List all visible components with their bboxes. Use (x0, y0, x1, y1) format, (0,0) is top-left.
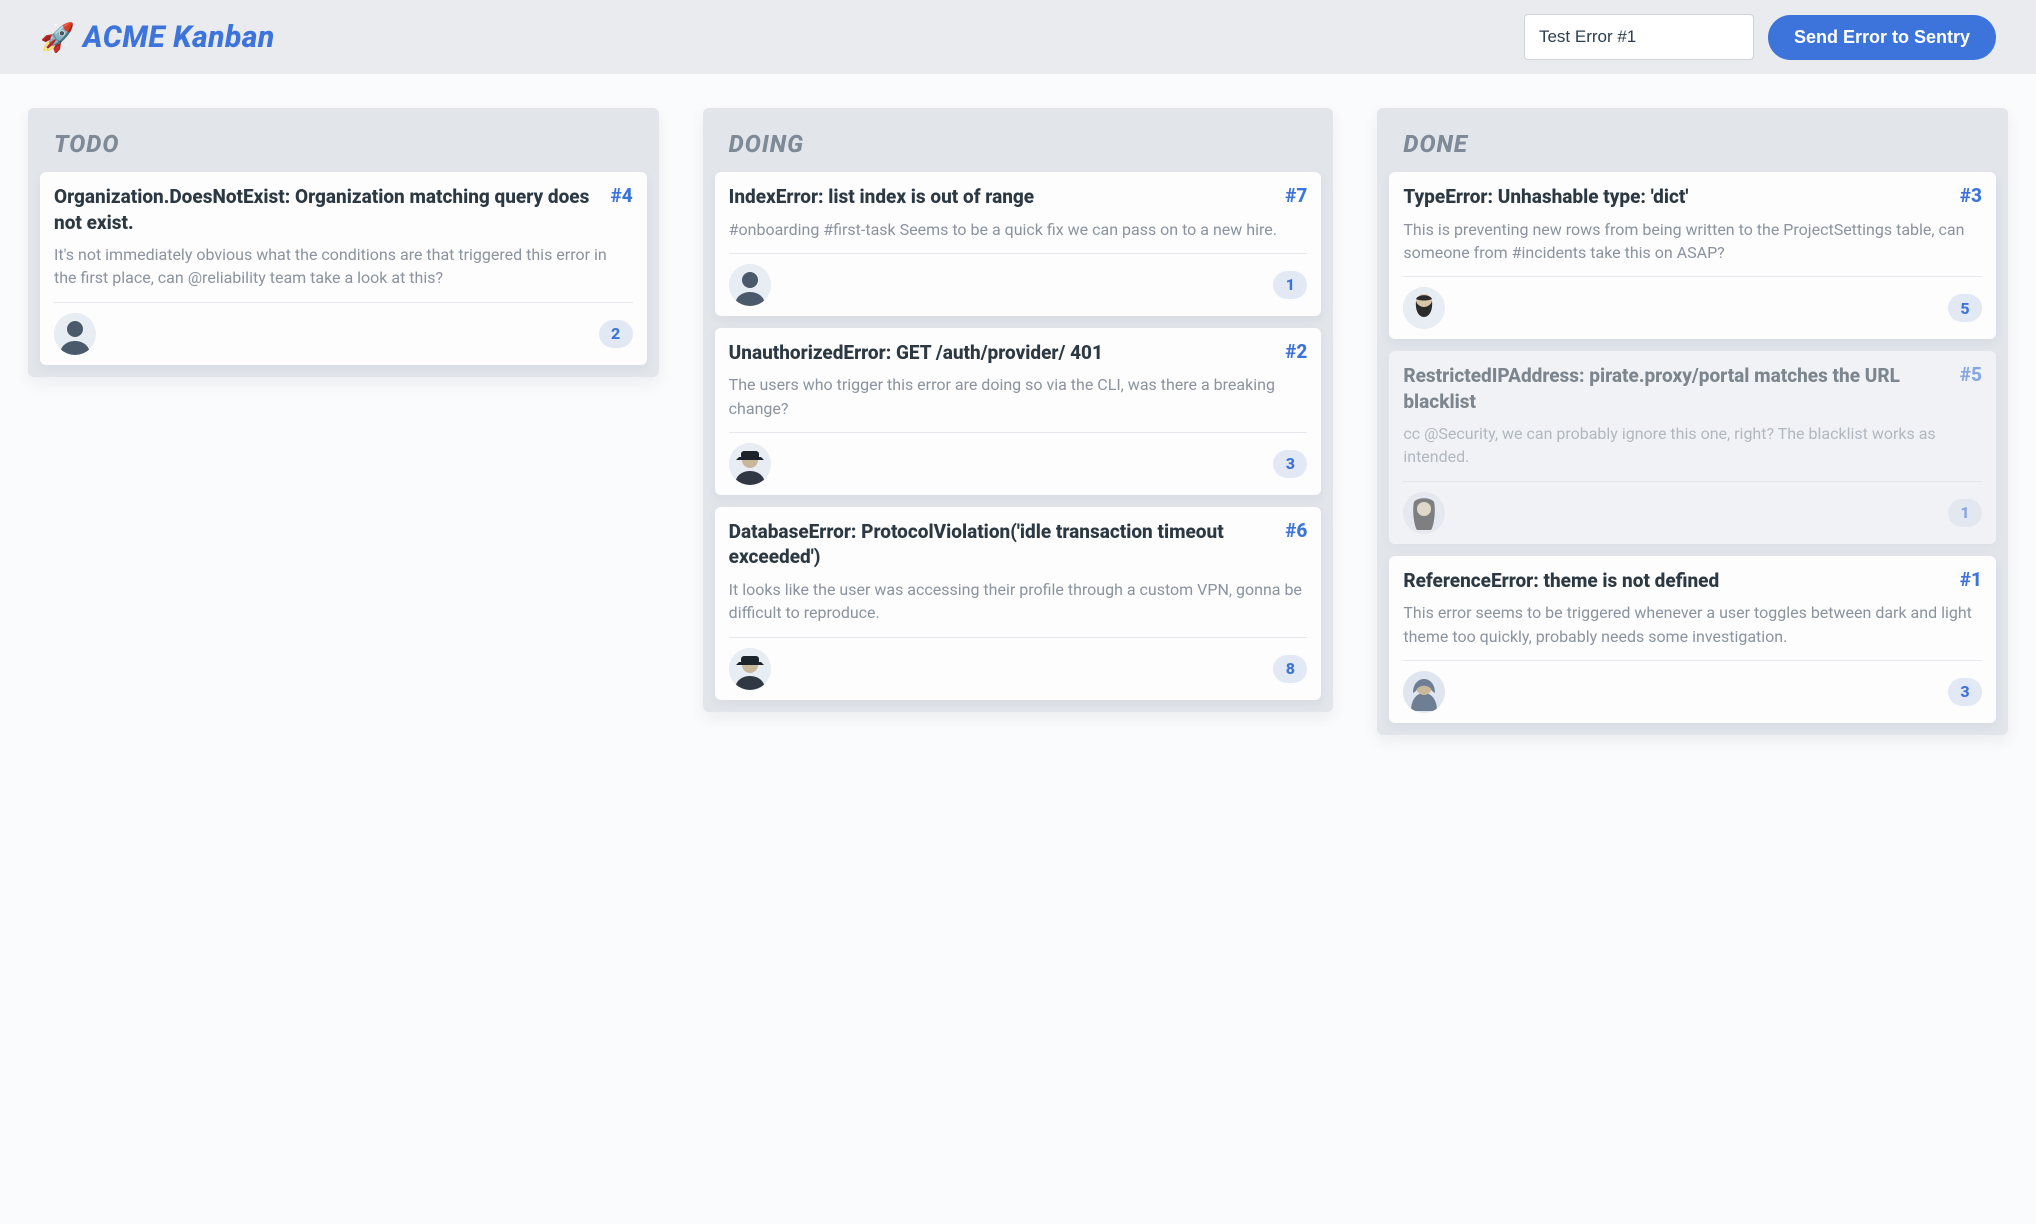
card-description: This error seems to be triggered wheneve… (1403, 601, 1982, 647)
card-footer: 3 (1403, 660, 1982, 713)
card-footer: 3 (729, 432, 1308, 485)
card-number: #7 (1285, 184, 1307, 207)
card-head: ReferenceError: theme is not defined #1 (1403, 568, 1982, 594)
card-title: ReferenceError: theme is not defined (1403, 568, 1719, 594)
card-footer: 5 (1403, 276, 1982, 329)
assignee-avatar[interactable] (1403, 492, 1445, 534)
card-title: UnauthorizedError: GET /auth/provider/ 4… (729, 340, 1103, 366)
assignee-avatar[interactable] (54, 313, 96, 355)
kanban-card[interactable]: TypeError: Unhashable type: 'dict' #3 This… (1389, 172, 1996, 339)
card-number: #4 (611, 184, 633, 207)
kanban-card[interactable]: IndexError: list index is out of range #7… (715, 172, 1322, 316)
comment-count-badge[interactable]: 1 (1273, 271, 1307, 299)
card-description: It looks like the user was accessing the… (729, 578, 1308, 624)
card-title: TypeError: Unhashable type: 'dict' (1403, 184, 1688, 210)
cards: IndexError: list index is out of range #7… (715, 172, 1322, 700)
comment-count-badge[interactable]: 5 (1948, 294, 1982, 322)
card-footer: 2 (54, 302, 633, 355)
topbar: 🚀 ACME Kanban Send Error to Sentry (0, 0, 2036, 74)
kanban-card[interactable]: Organization.DoesNotExist: Organization … (40, 172, 647, 365)
card-head: TypeError: Unhashable type: 'dict' #3 (1403, 184, 1982, 210)
app-title: ACME Kanban (83, 20, 275, 55)
card-number: #6 (1285, 519, 1307, 542)
assignee-avatar[interactable] (729, 264, 771, 306)
card-description: #onboarding #first-task Seems to be a qu… (729, 218, 1308, 241)
card-head: UnauthorizedError: GET /auth/provider/ 4… (729, 340, 1308, 366)
card-head: DatabaseError: ProtocolViolation('idle t… (729, 519, 1308, 570)
card-description: cc @Security, we can probably ignore thi… (1403, 422, 1982, 468)
comment-count-badge[interactable]: 3 (1948, 678, 1982, 706)
cards: Organization.DoesNotExist: Organization … (40, 172, 647, 365)
column-title: DONE (1389, 120, 1996, 172)
assignee-avatar[interactable] (729, 443, 771, 485)
card-footer: 1 (1403, 481, 1982, 534)
assignee-avatar[interactable] (729, 648, 771, 690)
card-head: IndexError: list index is out of range #7 (729, 184, 1308, 210)
column-done[interactable]: DONE TypeError: Unhashable type: 'dict' #3… (1377, 108, 2008, 735)
card-title: IndexError: list index is out of range (729, 184, 1034, 210)
card-number: #3 (1960, 184, 1982, 207)
assignee-avatar[interactable] (1403, 287, 1445, 329)
card-title: Organization.DoesNotExist: Organization … (54, 184, 599, 235)
card-head: RestrictedIPAddress: pirate.proxy/portal… (1403, 363, 1982, 414)
cards: TypeError: Unhashable type: 'dict' #3 This… (1389, 172, 1996, 723)
column-doing[interactable]: DOINGIndexError: list index is out of ra… (703, 108, 1334, 712)
comment-count-badge[interactable]: 3 (1273, 450, 1307, 478)
card-footer: 8 (729, 637, 1308, 690)
column-todo[interactable]: TODO Organization.DoesNotExist: Organizat… (28, 108, 659, 377)
rocket-icon: 🚀 (40, 21, 75, 54)
card-title: RestrictedIPAddress: pirate.proxy/portal… (1403, 363, 1948, 414)
card-head: Organization.DoesNotExist: Organization … (54, 184, 633, 235)
assignee-avatar[interactable] (1403, 671, 1445, 713)
card-title: DatabaseError: ProtocolViolation('idle t… (729, 519, 1274, 570)
kanban-card[interactable]: ReferenceError: theme is not defined #1 Th… (1389, 556, 1996, 723)
comment-count-badge[interactable]: 1 (1948, 499, 1982, 527)
kanban-board: TODO Organization.DoesNotExist: Organizat… (0, 74, 2036, 775)
error-name-input[interactable] (1524, 14, 1754, 60)
card-number: #1 (1960, 568, 1982, 591)
card-description: The users who trigger this error are doi… (729, 373, 1308, 419)
column-title: TODO (40, 120, 647, 172)
card-number: #5 (1960, 363, 1982, 386)
kanban-card[interactable]: DatabaseError: ProtocolViolation('idle t… (715, 507, 1322, 700)
send-error-button[interactable]: Send Error to Sentry (1768, 15, 1996, 60)
kanban-card[interactable]: UnauthorizedError: GET /auth/provider/ 4… (715, 328, 1322, 495)
brand: 🚀 ACME Kanban (40, 20, 275, 55)
comment-count-badge[interactable]: 8 (1273, 655, 1307, 683)
column-title: DOING (715, 120, 1322, 172)
comment-count-badge[interactable]: 2 (599, 320, 633, 348)
card-description: This is preventing new rows from being w… (1403, 218, 1982, 264)
card-number: #2 (1285, 340, 1307, 363)
topbar-actions: Send Error to Sentry (1524, 14, 1996, 60)
card-footer: 1 (729, 253, 1308, 306)
kanban-card[interactable]: RestrictedIPAddress: pirate.proxy/portal… (1389, 351, 1996, 544)
card-description: It's not immediately obvious what the co… (54, 243, 633, 289)
